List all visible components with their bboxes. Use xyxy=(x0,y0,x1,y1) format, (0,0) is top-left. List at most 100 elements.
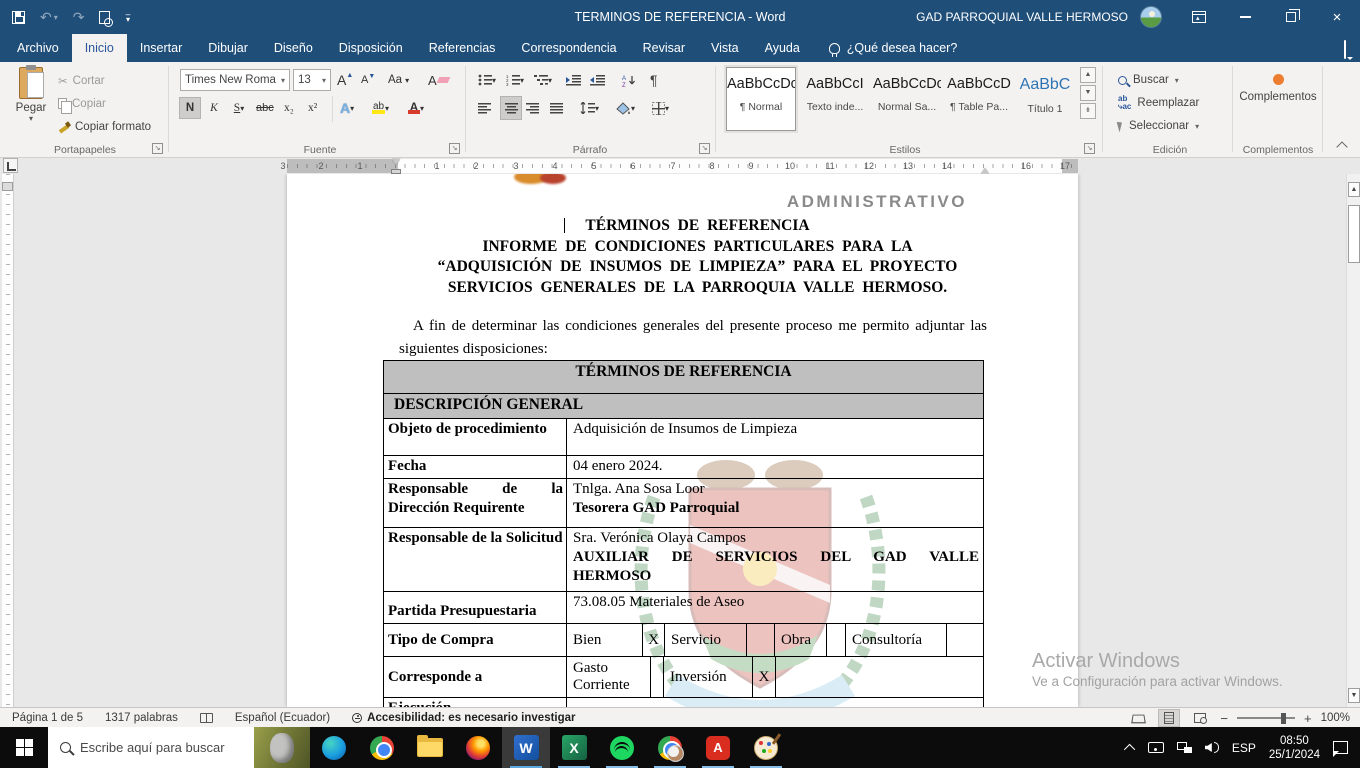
show-marks-button[interactable]: ¶ xyxy=(650,69,658,91)
strikethrough-button[interactable]: abc xyxy=(256,97,274,119)
bullets-button[interactable]: ▾ xyxy=(478,69,496,91)
tray-language[interactable]: ESP xyxy=(1232,741,1256,755)
tray-show-hidden-icons[interactable] xyxy=(1127,744,1135,752)
table-title-row[interactable]: TÉRMINOS DE REFERENCIA xyxy=(384,361,983,394)
table-row-partida[interactable]: Partida Presupuestaria 73.08.05 Material… xyxy=(384,592,983,624)
print-layout-button[interactable] xyxy=(1158,709,1180,727)
align-right-button[interactable] xyxy=(526,97,539,119)
parrafo-dialog-launcher[interactable]: ↘ xyxy=(699,143,710,154)
taskbar-firefox[interactable] xyxy=(454,727,502,768)
align-center-button[interactable] xyxy=(500,96,522,120)
zoom-slider[interactable] xyxy=(1237,717,1295,719)
decrease-indent-button[interactable] xyxy=(566,69,581,91)
portapapeles-dialog-launcher[interactable]: ↘ xyxy=(152,143,163,154)
font-name-combo[interactable]: Times New Roma▾ xyxy=(180,69,290,91)
line-spacing-button[interactable]: ▾ xyxy=(580,97,599,119)
select-button[interactable]: Seleccionar▾ xyxy=(1118,116,1199,136)
italic-button[interactable]: K xyxy=(205,97,223,119)
restore-button[interactable] xyxy=(1268,0,1314,34)
vertical-ruler[interactable] xyxy=(2,174,14,707)
dropdown-icon[interactable]: ▾ xyxy=(281,76,285,85)
tray-cast[interactable] xyxy=(1148,742,1164,753)
fuente-dialog-launcher[interactable]: ↘ xyxy=(449,143,460,154)
account-name[interactable]: GAD PARROQUIAL VALLE HERMOSO xyxy=(916,10,1128,24)
zoom-level[interactable]: 100% xyxy=(1321,712,1350,724)
styles-more-button[interactable]: ⇟ xyxy=(1080,103,1096,119)
subscript-button[interactable]: x₂ xyxy=(284,97,294,119)
tab-revisar[interactable]: Revisar xyxy=(630,34,698,62)
underline-button[interactable]: S▾ xyxy=(226,97,252,119)
accessibility-status[interactable]: Accesibilidad: es necesario investigar xyxy=(352,712,575,724)
tab-archivo[interactable]: Archivo xyxy=(4,34,72,62)
first-line-indent-marker[interactable] xyxy=(392,159,400,169)
replace-button[interactable]: ab⤷acReemplazar xyxy=(1118,93,1199,113)
language-indicator[interactable]: Español (Ecuador) xyxy=(235,712,330,724)
table-row-fecha[interactable]: Fecha 04 enero 2024. xyxy=(384,456,983,479)
tab-insertar[interactable]: Insertar xyxy=(127,34,195,62)
style-table-paragraph[interactable]: AaBbCcD ¶ Table Pa... xyxy=(944,67,1014,131)
increase-indent-button[interactable] xyxy=(590,69,605,91)
start-button[interactable] xyxy=(0,727,48,768)
account-avatar[interactable] xyxy=(1140,6,1162,28)
format-painter-button[interactable]: Copiar formato xyxy=(58,116,151,137)
taskbar-file-explorer[interactable] xyxy=(406,727,454,768)
comments-button[interactable] xyxy=(1344,41,1346,59)
taskbar-edge[interactable] xyxy=(310,727,358,768)
scrollbar-thumb[interactable] xyxy=(1348,205,1360,263)
dropdown-icon[interactable]: ▾ xyxy=(322,76,326,85)
word-count[interactable]: 1317 palabras xyxy=(105,712,178,724)
tab-correspondencia[interactable]: Correspondencia xyxy=(508,34,629,62)
taskbar-search-box[interactable]: Escribe aquí para buscar xyxy=(48,727,310,768)
style-titulo-1[interactable]: AaBbC Título 1 xyxy=(1010,67,1080,131)
tab-dibujar[interactable]: Dibujar xyxy=(195,34,261,62)
styles-scroll-up[interactable]: ▲ xyxy=(1080,67,1096,83)
tray-network[interactable] xyxy=(1177,742,1192,753)
multilevel-list-button[interactable]: ▾ xyxy=(534,69,552,91)
taskbar-paint[interactable] xyxy=(742,727,790,768)
numbering-button[interactable]: 123▾ xyxy=(506,69,524,91)
taskbar-excel[interactable]: X xyxy=(550,727,598,768)
collapse-ribbon-icon[interactable] xyxy=(1336,141,1347,152)
search-highlight-image[interactable] xyxy=(254,727,310,768)
zoom-in-button[interactable]: + xyxy=(1304,711,1312,726)
font-color-button[interactable]: A▾ xyxy=(408,97,424,119)
close-button[interactable]: × xyxy=(1314,0,1360,34)
table-row-responsable-direccion[interactable]: Responsable de la Dirección Requirente T… xyxy=(384,479,983,528)
text-effects-button[interactable]: A▾ xyxy=(340,97,354,119)
paste-button[interactable]: Pegar ▾ xyxy=(8,67,54,143)
shading-button[interactable]: ▾ xyxy=(616,97,635,119)
estilos-dialog-launcher[interactable]: ↘ xyxy=(1084,143,1095,154)
align-left-button[interactable] xyxy=(478,97,491,119)
table-row-partial[interactable]: Ejecución xyxy=(384,698,983,707)
style-normal-sa[interactable]: AaBbCcDc Normal Sa... xyxy=(872,67,942,131)
web-layout-button[interactable] xyxy=(1189,709,1211,727)
table-section-row[interactable]: DESCRIPCIÓN GENERAL xyxy=(384,394,983,419)
table-row-corresponde[interactable]: Corresponde a Gasto Corriente Inversión … xyxy=(384,657,983,698)
tab-diseno[interactable]: Diseño xyxy=(261,34,326,62)
style-texto-independiente[interactable]: AaBbCcI Texto inde... xyxy=(800,67,870,131)
action-center-button[interactable] xyxy=(1333,741,1348,754)
tab-inicio[interactable]: Inicio xyxy=(72,34,127,62)
tab-stop-selector[interactable] xyxy=(3,158,18,173)
taskbar-chrome[interactable] xyxy=(358,727,406,768)
taskbar-chrome-profile[interactable] xyxy=(646,727,694,768)
text-highlight-button[interactable]: ab▾ xyxy=(372,97,389,119)
justify-button[interactable] xyxy=(550,97,563,119)
change-case-button[interactable]: Aa▾ xyxy=(388,69,409,91)
styles-scroll-down[interactable]: ▼ xyxy=(1080,85,1096,101)
tray-volume[interactable] xyxy=(1205,742,1219,753)
find-button[interactable]: Buscar▾ xyxy=(1118,70,1179,90)
sort-button[interactable]: AZ xyxy=(622,69,636,91)
horizontal-ruler[interactable]: 32112345678910111213141617 xyxy=(287,159,1078,173)
table-row-tipo-compra[interactable]: Tipo de Compra Bien X Servicio Obra Cons… xyxy=(384,624,983,657)
borders-button[interactable]: ▾ xyxy=(652,97,669,119)
tell-me-box[interactable]: ¿Qué desea hacer? xyxy=(829,34,958,62)
tab-vista[interactable]: Vista xyxy=(698,34,752,62)
zoom-slider-thumb[interactable] xyxy=(1281,713,1286,724)
taskbar-word-active[interactable]: W xyxy=(502,727,550,768)
table-row-responsable-solicitud[interactable]: Responsable de la Solicitud Sra. Verónic… xyxy=(384,528,983,592)
tab-disposicion[interactable]: Disposición xyxy=(326,34,416,62)
complementos-button[interactable]: Complementos xyxy=(1238,68,1318,103)
scroll-up-button[interactable]: ▲ xyxy=(1348,182,1360,197)
ribbon-display-options-button[interactable] xyxy=(1176,0,1222,34)
